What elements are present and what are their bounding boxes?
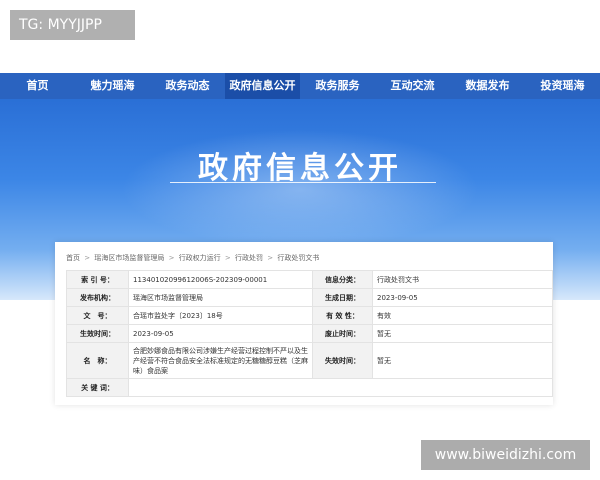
breadcrumb-admin-power[interactable]: 行政权力运行 <box>179 254 221 262</box>
validity-label: 有 效 性： <box>312 306 373 325</box>
name-value: 合肥妙娜食品有限公司涉嫌生产经营过程控制不严以及生产经营不符合食品安全法标准规定… <box>128 342 313 379</box>
created-date-value: 2023-09-05 <box>372 288 553 307</box>
publisher-value: 瑶海区市场监督管理局 <box>128 288 313 307</box>
table-row: 生效时间： 2023-09-05 废止时间： 暂无 <box>66 324 553 343</box>
nav-item-gov-info-disclosure[interactable]: 政府信息公开 <box>225 73 300 99</box>
breadcrumb-separator: > <box>168 254 175 262</box>
table-row: 文 号： 合瑶市监处字〔2023〕18号 有 效 性： 有效 <box>66 306 553 325</box>
index-no-value: 11340102099612006S-202309-00001 <box>128 270 313 289</box>
nav-item-invest-yaohai[interactable]: 投资瑶海 <box>525 73 600 99</box>
effective-date-value: 2023-09-05 <box>128 324 313 343</box>
main-nav: 首页 魅力瑶海 政务动态 政府信息公开 政务服务 互动交流 数据发布 投资瑶海 <box>0 73 600 99</box>
category-value: 行政处罚文书 <box>372 270 553 289</box>
banner-title: 政府信息公开 <box>198 151 402 186</box>
breadcrumb-penalty-docs[interactable]: 行政处罚文书 <box>277 254 319 262</box>
created-date-label: 生成日期： <box>312 288 373 307</box>
table-row: 关 键 词： <box>66 378 553 397</box>
nav-item-gov-services[interactable]: 政务服务 <box>300 73 375 99</box>
expire-date-value: 暂无 <box>372 342 553 379</box>
metadata-table: 索 引 号： 11340102099612006S-202309-00001 信… <box>66 270 553 397</box>
repeal-date-label: 废止时间： <box>312 324 373 343</box>
table-row: 名 称： 合肥妙娜食品有限公司涉嫌生产经营过程控制不严以及生产经营不符合食品安全… <box>66 342 553 379</box>
info-panel: 首页 > 瑶海区市场监督管理局 > 行政权力运行 > 行政处罚 > 行政处罚文书… <box>55 242 553 405</box>
breadcrumb-separator: > <box>84 254 91 262</box>
name-label: 名 称： <box>66 342 129 379</box>
banner-underline <box>170 182 436 183</box>
publisher-label: 发布机构： <box>66 288 129 307</box>
nav-item-charm-yaohai[interactable]: 魅力瑶海 <box>75 73 150 99</box>
doc-no-value: 合瑶市监处字〔2023〕18号 <box>128 306 313 325</box>
breadcrumb-separator: > <box>224 254 231 262</box>
effective-date-label: 生效时间： <box>66 324 129 343</box>
expire-date-label: 失效时间： <box>312 342 373 379</box>
nav-item-interaction[interactable]: 互动交流 <box>375 73 450 99</box>
repeal-date-value: 暂无 <box>372 324 553 343</box>
breadcrumb-home[interactable]: 首页 <box>66 254 80 262</box>
breadcrumb-admin-penalty[interactable]: 行政处罚 <box>235 254 263 262</box>
keywords-label: 关 键 词： <box>66 378 129 397</box>
table-row: 发布机构： 瑶海区市场监督管理局 生成日期： 2023-09-05 <box>66 288 553 307</box>
validity-value: 有效 <box>372 306 553 325</box>
watermark-bottom-right: www.biweidizhi.com <box>421 440 590 470</box>
breadcrumb: 首页 > 瑶海区市场监督管理局 > 行政权力运行 > 行政处罚 > 行政处罚文书 <box>66 253 319 263</box>
watermark-top-left: TG: MYYJJPP <box>10 10 135 40</box>
category-label: 信息分类： <box>312 270 373 289</box>
nav-item-gov-news[interactable]: 政务动态 <box>150 73 225 99</box>
table-row: 索 引 号： 11340102099612006S-202309-00001 信… <box>66 270 553 289</box>
index-no-label: 索 引 号： <box>66 270 129 289</box>
breadcrumb-bureau[interactable]: 瑶海区市场监督管理局 <box>94 254 164 262</box>
keywords-value <box>128 378 553 397</box>
nav-item-data-release[interactable]: 数据发布 <box>450 73 525 99</box>
nav-item-home[interactable]: 首页 <box>0 73 75 99</box>
breadcrumb-separator: > <box>267 254 274 262</box>
doc-no-label: 文 号： <box>66 306 129 325</box>
